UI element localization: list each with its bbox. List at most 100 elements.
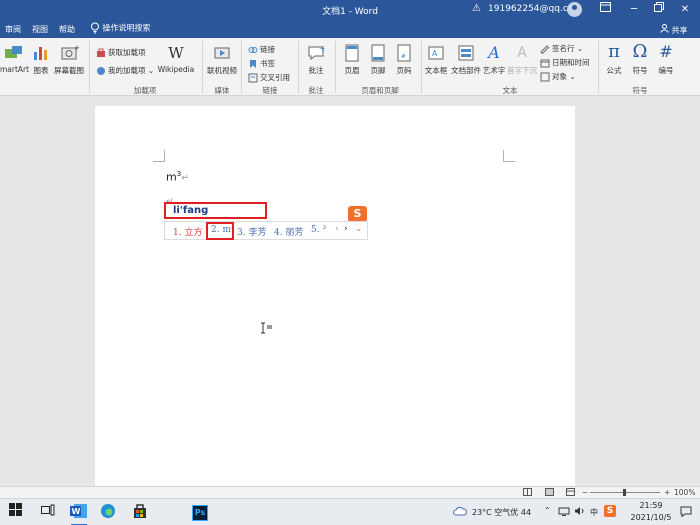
equation-button[interactable]: π 公式 xyxy=(602,42,626,76)
minimize-button[interactable]: ─ xyxy=(626,2,642,18)
group-links: 链接 xyxy=(262,86,278,95)
comment-label: 批注 xyxy=(308,66,324,75)
notifications-icon[interactable] xyxy=(680,506,692,519)
taskbar: W Ps 23°C 空气优 44 ⌃ 中 S 21:59 2021/10/5 xyxy=(0,498,700,525)
warning-icon[interactable]: ⚠ xyxy=(472,3,484,15)
ribbon-display-options-icon[interactable] xyxy=(597,2,613,18)
window-title: 文档1 - Word xyxy=(322,7,378,17)
print-layout-icon[interactable] xyxy=(545,488,554,498)
wordart-icon: A xyxy=(488,43,500,62)
cross-reference-label: 交叉引用 xyxy=(260,73,290,82)
comment-button[interactable]: + 批注 xyxy=(302,44,330,76)
tab-help[interactable]: 帮助 xyxy=(59,24,75,35)
date-time-button[interactable]: 日期和时间 xyxy=(540,57,590,68)
restore-button[interactable] xyxy=(651,2,667,18)
drop-cap-icon: A xyxy=(517,45,527,61)
online-video-button[interactable]: 联机视频 xyxy=(204,44,240,76)
ime-candidate-1[interactable]: 1. 立方 xyxy=(173,225,202,238)
zoom-slider-thumb[interactable] xyxy=(623,489,626,496)
header-button[interactable]: 页眉 xyxy=(339,44,365,76)
margin-corner-top-left xyxy=(153,150,165,162)
avatar[interactable] xyxy=(567,2,582,17)
ime-candidate-3[interactable]: 3. 李芳 xyxy=(237,225,266,238)
volume-icon[interactable] xyxy=(574,506,585,518)
text-box-icon: A xyxy=(428,46,444,60)
screenshot-button[interactable]: + 屏幕截图 xyxy=(53,44,85,76)
symbol-button[interactable]: Ω 符号 xyxy=(628,42,652,76)
footer-icon xyxy=(371,44,385,62)
zoom-in-button[interactable]: + xyxy=(664,488,670,497)
edge-taskbar-icon[interactable] xyxy=(98,503,118,523)
bookmark-label: 书签 xyxy=(260,59,275,68)
weather-text[interactable]: 23°C 空气优 44 xyxy=(472,507,531,518)
ribbon: martArt 图表 + 屏幕截图 获取加载项 我的加载项 ⌄ W Wikipe… xyxy=(0,38,700,96)
svg-text:+: + xyxy=(74,44,79,52)
svg-text:+: + xyxy=(319,44,325,53)
smartart-button[interactable]: martArt xyxy=(0,44,29,74)
get-addins-button[interactable]: 获取加载项 xyxy=(96,47,146,58)
wordart-button[interactable]: A 艺术字 xyxy=(481,44,507,76)
bookmark-button[interactable]: 书签 xyxy=(248,58,275,69)
drop-cap-button[interactable]: A 首字下沉 xyxy=(506,44,538,76)
ime-expand-icon[interactable]: ⌄ xyxy=(355,224,363,234)
close-button[interactable]: ✕ xyxy=(677,2,693,18)
word-taskbar-icon[interactable]: W xyxy=(68,503,90,525)
link-button[interactable]: 链接 xyxy=(248,44,275,55)
web-layout-icon[interactable] xyxy=(566,488,575,498)
chart-button[interactable]: 图表 xyxy=(30,44,52,76)
ime-language-indicator[interactable]: 中 xyxy=(590,507,598,518)
signature-line-button[interactable]: 签名行 ⌄ xyxy=(540,43,583,55)
object-button[interactable]: 对象 ⌄ xyxy=(540,71,576,82)
windows-start-icon[interactable] xyxy=(5,503,25,523)
ribbon-tab-row: 审阅 视图 帮助 操作说明搜索 共享 xyxy=(0,20,700,38)
wikipedia-label: Wikipedia xyxy=(157,65,195,74)
video-icon xyxy=(214,47,230,59)
svg-text:W: W xyxy=(72,507,81,516)
drop-cap-label: 首字下沉 xyxy=(507,66,537,75)
ime-next-page-icon[interactable]: › xyxy=(344,224,348,234)
network-icon[interactable] xyxy=(558,507,570,518)
read-mode-icon[interactable] xyxy=(523,488,532,498)
addins-icon xyxy=(96,66,106,76)
sogou-ime-logo-icon[interactable]: S xyxy=(348,206,367,222)
wordart-label: 艺术字 xyxy=(482,66,506,75)
photoshop-taskbar-icon[interactable]: Ps xyxy=(190,503,210,523)
document-page[interactable] xyxy=(95,106,575,486)
page-number-icon: # xyxy=(397,44,411,62)
weather-icon[interactable] xyxy=(453,506,468,518)
cross-reference-button[interactable]: 交叉引用 xyxy=(248,72,290,83)
store-taskbar-icon[interactable] xyxy=(130,503,150,523)
tab-review[interactable]: 审阅 xyxy=(5,24,21,35)
tell-me-search[interactable]: 操作说明搜索 xyxy=(90,22,151,34)
zoom-level[interactable]: 100% xyxy=(674,488,695,497)
clock-date[interactable]: 2021/10/5 xyxy=(626,513,676,522)
page-number-button[interactable]: # 页码 xyxy=(391,44,417,76)
equation-label: 公式 xyxy=(606,66,622,75)
task-view-icon[interactable] xyxy=(38,503,58,523)
photoshop-icon: Ps xyxy=(192,505,208,521)
group-text: 文本 xyxy=(502,86,518,95)
ime-candidate-4[interactable]: 4. 丽芳 xyxy=(274,225,303,238)
numbering-button[interactable]: # 编号 xyxy=(654,42,678,76)
status-bar: − + 100% xyxy=(0,486,700,498)
share-button[interactable]: 共享 xyxy=(660,24,688,36)
document-line-1: m3↵ xyxy=(166,170,189,184)
object-label: 对象 xyxy=(552,72,567,81)
zoom-out-button[interactable]: − xyxy=(582,488,588,497)
m-base: m xyxy=(166,170,177,184)
footer-button[interactable]: 页脚 xyxy=(365,44,391,76)
svg-text:#: # xyxy=(401,53,406,60)
wikipedia-button[interactable]: W Wikipedia xyxy=(156,44,196,74)
header-label: 页眉 xyxy=(344,66,360,75)
cross-reference-icon xyxy=(248,73,258,83)
clock-time[interactable]: 21:59 xyxy=(636,501,666,510)
sogou-tray-icon[interactable]: S xyxy=(604,505,616,517)
group-header-footer: 页眉和页脚 xyxy=(361,86,399,95)
tab-view[interactable]: 视图 xyxy=(32,24,48,35)
ime-candidate-5[interactable]: 5. ³ xyxy=(311,225,326,235)
quick-parts-button[interactable]: 文档部件 xyxy=(450,44,482,76)
tray-expand-icon[interactable]: ⌃ xyxy=(544,506,551,515)
text-box-button[interactable]: A 文本框 xyxy=(423,44,449,76)
ime-prev-page-icon[interactable]: ‹ xyxy=(335,224,339,234)
my-addins-button[interactable]: 我的加载项 ⌄ xyxy=(96,65,154,76)
